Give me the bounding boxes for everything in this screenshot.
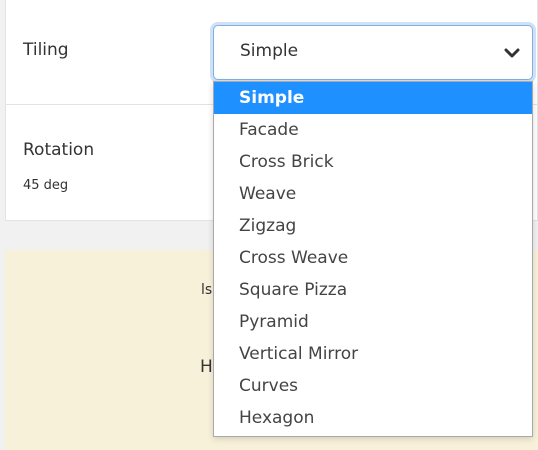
tiling-dropdown-list: Simple Facade Cross Brick Weave Zigzag Cross … — [213, 81, 533, 437]
dropdown-option[interactable]: Cross Weave — [214, 242, 532, 274]
chevron-down-icon — [502, 43, 522, 63]
dropdown-option[interactable]: Simple — [214, 82, 532, 114]
rotation-label: Rotation — [23, 140, 95, 160]
dropdown-option[interactable]: Cross Brick — [214, 146, 532, 178]
dropdown-option[interactable]: Zigzag — [214, 210, 532, 242]
dropdown-option[interactable]: Weave — [214, 178, 532, 210]
page: Tiling Simple Rotation 45 deg ls H Simpl… — [0, 0, 538, 450]
dropdown-option[interactable]: Hexagon — [214, 402, 532, 434]
rotation-value: 45 deg — [23, 178, 69, 193]
dropdown-option[interactable]: Facade — [214, 114, 532, 146]
dropdown-option[interactable]: Vertical Mirror — [214, 338, 532, 370]
dropdown-option[interactable]: Pyramid — [214, 306, 532, 338]
tiling-select[interactable]: Simple — [213, 25, 533, 80]
dropdown-option[interactable]: Curves — [214, 370, 532, 402]
content-text-fragment: ls — [201, 282, 213, 298]
tiling-select-value: Simple — [240, 41, 299, 61]
content-text-fragment: H — [200, 357, 213, 377]
dropdown-option[interactable]: Square Pizza — [214, 274, 532, 306]
tiling-label: Tiling — [23, 40, 69, 60]
